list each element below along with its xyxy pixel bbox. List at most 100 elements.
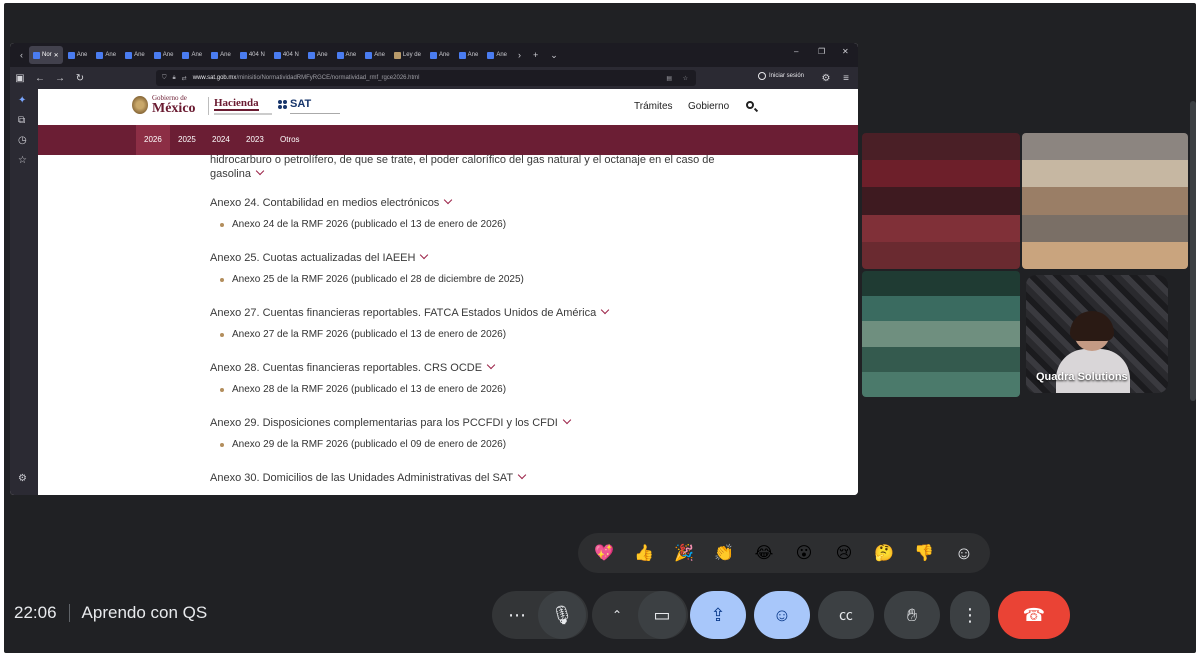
clap-reaction[interactable]: 👏 <box>710 539 738 567</box>
thumbs-up-reaction[interactable]: 👍 <box>630 539 658 567</box>
tab-overflow-chevron-icon[interactable]: ⌄ <box>550 50 558 61</box>
close-tab-icon[interactable]: ✕ <box>54 52 59 59</box>
bookmarks-icon[interactable]: ☆ <box>18 155 27 166</box>
ai-sparkle-icon[interactable]: ✦ <box>18 95 26 106</box>
raise-hand-button[interactable]: ✋︎ <box>884 591 940 639</box>
thinking-reaction[interactable]: 🤔 <box>870 539 898 567</box>
settings-gear-icon[interactable]: ⚙ <box>18 473 27 484</box>
reload-icon[interactable]: ↻ <box>70 73 90 84</box>
annex-28-link[interactable]: Anexo 28 de la RMF 2026 (publicado el 13… <box>220 384 506 395</box>
more-audio-options-button[interactable]: ⋯ <box>494 591 540 639</box>
camera-button[interactable]: ▭ <box>638 591 686 639</box>
chevron-down-icon <box>444 195 453 205</box>
reactions-button[interactable]: ☺ <box>754 591 810 639</box>
annex-30-header[interactable]: Anexo 30. Domicilios de las Unidades Adm… <box>210 470 527 484</box>
more-vertical-icon: ⋮ <box>961 604 979 625</box>
present-screen-button[interactable]: ⇪ <box>690 591 746 639</box>
participant-tile-2[interactable] <box>1022 133 1188 269</box>
close-window-icon[interactable]: ✕ <box>842 47 849 56</box>
browser-tab[interactable]: Ane <box>333 46 361 64</box>
year-tab-2026[interactable]: 2026 <box>136 125 170 155</box>
sidebar-toggle-icon[interactable]: ▣ <box>10 73 30 84</box>
year-tab-2025[interactable]: 2025 <box>170 125 204 155</box>
nav-gobierno[interactable]: Gobierno <box>688 101 729 112</box>
restore-window-icon[interactable]: ❐ <box>818 47 825 56</box>
intro-paragraph: hidrocarburo o petrolífero, de que se tr… <box>210 153 750 181</box>
browser-tab[interactable]: Ane <box>483 46 511 64</box>
browser-tab[interactable]: Ane <box>178 46 206 64</box>
tab-scroll-right-icon[interactable]: › <box>518 50 521 60</box>
sat-logo[interactable]: SAT <box>278 98 311 110</box>
browser-tab[interactable]: 404 N <box>270 46 303 64</box>
url-host: www.sat.gob.mx <box>192 75 237 81</box>
annex-25-link[interactable]: Anexo 25 de la RMF 2026 (publicado el 28… <box>220 274 524 285</box>
extensions-icon[interactable]: ⚙ <box>816 73 836 84</box>
browser-tab[interactable]: Ane <box>361 46 389 64</box>
more-horizontal-icon: ⋯ <box>508 604 526 625</box>
meet-stage: ‹ Nor ✕ Ane Ane Ane Ane Ane Ane 404 N 404 N Ane Ane… <box>4 3 1196 653</box>
annex-27-header[interactable]: Anexo 27. Cuentas financieras reportable… <box>210 305 610 319</box>
browser-tab[interactable]: Ane <box>304 46 332 64</box>
url-bar[interactable]: ⛉ 🔒︎ ⇄ www.sat.gob.mx/minisitio/Normativ… <box>156 70 696 86</box>
participant-tile-1[interactable] <box>862 133 1020 269</box>
annex-27-link[interactable]: Anexo 27 de la RMF 2026 (publicado el 13… <box>220 329 506 340</box>
menu-icon[interactable]: ≡ <box>836 73 856 84</box>
site-search-icon[interactable] <box>746 101 754 109</box>
browser-tab[interactable]: Nor ✕ <box>29 46 63 64</box>
reader-view-icon[interactable]: ▤ <box>666 75 672 82</box>
grid-favicon-icon <box>458 51 466 59</box>
new-tab-icon[interactable]: + <box>533 50 538 60</box>
annex-29-header[interactable]: Anexo 29. Disposiciones complementarias … <box>210 415 572 429</box>
gobierno-mexico-logo[interactable]: Gobierno de México <box>132 95 196 115</box>
browser-tab[interactable]: Ane <box>121 46 149 64</box>
laugh-reaction[interactable]: 😂 <box>750 539 778 567</box>
synced-tabs-icon[interactable]: ⧉ <box>18 115 25 126</box>
sat-logo-text: SAT <box>290 98 312 110</box>
info-separator <box>68 604 70 622</box>
smile-plus-icon[interactable]: ☺ <box>950 539 978 567</box>
sad-reaction[interactable]: 😢 <box>830 539 858 567</box>
tab-label: Ane <box>105 52 117 58</box>
browser-tab[interactable]: 404 N <box>236 46 269 64</box>
chevron-down-icon[interactable] <box>255 166 265 176</box>
heart-reaction[interactable]: 💖 <box>590 539 618 567</box>
browser-tab[interactable]: Ane <box>92 46 120 64</box>
year-tab-2023[interactable]: 2023 <box>238 125 272 155</box>
browser-tab[interactable]: Ane <box>426 46 454 64</box>
annex-24-header[interactable]: Anexo 24. Contabilidad en medios electró… <box>210 195 453 209</box>
account-icon <box>758 72 766 80</box>
bookmark-star-icon[interactable]: ☆ <box>683 75 688 82</box>
annex-28-header[interactable]: Anexo 28. Cuentas financieras reportable… <box>210 360 496 374</box>
minimize-window-icon[interactable]: – <box>794 47 798 56</box>
captions-button[interactable]: ㏄ <box>818 591 874 639</box>
annex-25-header[interactable]: Anexo 25. Cuotas actualizadas del IAEEH <box>210 250 429 264</box>
site-header: Gobierno de México Hacienda SAT Trámites… <box>38 89 858 123</box>
year-tab-2024[interactable]: 2024 <box>204 125 238 155</box>
browser-tab[interactable]: Ane <box>150 46 178 64</box>
surprised-reaction[interactable]: 😮 <box>790 539 818 567</box>
grid-favicon-icon <box>125 51 133 59</box>
participant-tile-3[interactable] <box>862 271 1020 397</box>
tab-list-chevron-icon[interactable]: ‹ <box>20 50 23 60</box>
browser-tab[interactable]: Ane <box>207 46 235 64</box>
nav-tramites[interactable]: Trámites <box>634 101 673 112</box>
annex-29-link[interactable]: Anexo 29 de la RMF 2026 (publicado el 09… <box>220 439 506 450</box>
hacienda-logo[interactable]: Hacienda <box>214 97 259 112</box>
back-icon[interactable]: ← <box>30 73 50 84</box>
history-icon[interactable]: ◷ <box>18 135 27 146</box>
leave-call-button[interactable]: ☎︎ <box>998 591 1070 639</box>
camera-options-button[interactable]: ⌃ <box>594 591 640 639</box>
party-reaction[interactable]: 🎉 <box>670 539 698 567</box>
thumbs-down-reaction[interactable]: 👎 <box>910 539 938 567</box>
browser-tab[interactable]: Ane <box>64 46 92 64</box>
forward-icon[interactable]: → <box>50 73 70 84</box>
annex-24-link[interactable]: Anexo 24 de la RMF 2026 (publicado el 13… <box>220 219 506 230</box>
browser-tab[interactable]: Ley de <box>390 46 425 64</box>
year-tab-otros[interactable]: Otros <box>272 125 308 155</box>
microphone-button[interactable]: 🎙︎ <box>538 591 586 639</box>
signin-button[interactable]: Iniciar sesión <box>758 72 804 80</box>
more-options-button[interactable]: ⋮ <box>950 591 990 639</box>
participant-tile-self[interactable]: Quadra Solutions <box>1026 275 1168 393</box>
browser-tab[interactable]: Ane <box>455 46 483 64</box>
tab-label: Nor <box>42 52 52 58</box>
